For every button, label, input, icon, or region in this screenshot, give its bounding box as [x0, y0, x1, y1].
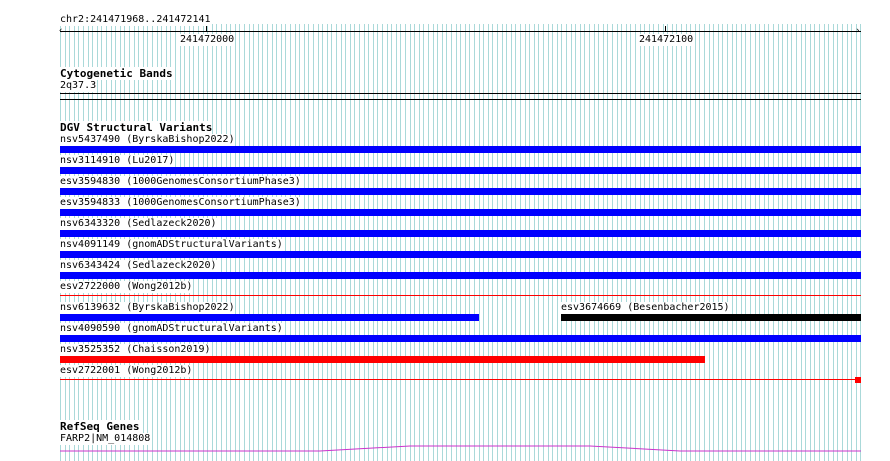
variant-bar[interactable]	[60, 251, 861, 258]
refseq-track-title[interactable]: RefSeq Genes	[60, 420, 140, 433]
variant-label: nsv3525352 (Chaisson2019)	[60, 344, 211, 356]
cytoband-bar-edge	[60, 99, 861, 100]
region-label: chr2:241471968..241472141	[60, 14, 211, 26]
variant-bar[interactable]	[60, 188, 861, 195]
ruler-tick	[665, 26, 666, 32]
variant-label: nsv6343424 (Sedlazeck2020)	[60, 260, 217, 272]
variant-bar[interactable]	[60, 356, 705, 363]
ruler-arrow-left-icon[interactable]: ‹	[58, 27, 63, 36]
ruler-arrow-right-icon[interactable]: ›	[855, 27, 860, 36]
variant-bar[interactable]	[60, 272, 861, 279]
variant-label: nsv6343320 (Sedlazeck2020)	[60, 218, 217, 230]
variant-label: nsv5437490 (ByrskaBishop2022)	[60, 134, 235, 146]
variant-label: esv2722001 (Wong2012b)	[60, 365, 193, 377]
ruler-axis	[60, 31, 861, 32]
variant-label: esv3594833 (1000GenomesConsortiumPhase3)	[60, 197, 301, 209]
gene-label: FARP2|NM_014808	[60, 433, 151, 445]
ruler-tick-label: 241472100	[639, 34, 694, 46]
variant-bar[interactable]	[60, 379, 861, 380]
variant-endpoint-marker[interactable]	[855, 377, 861, 383]
variant-label: nsv3114910 (Lu2017)	[60, 155, 175, 167]
variant-label: nsv4091149 (gnomADStructuralVariants)	[60, 239, 283, 251]
variant-bar[interactable]	[60, 295, 861, 296]
variant-bar[interactable]	[561, 314, 861, 321]
variant-label: nsv6139632 (ByrskaBishop2022)	[60, 302, 235, 314]
cytoband-track-title[interactable]: Cytogenetic Bands	[60, 67, 173, 80]
ruler-tick-label: 241472000	[180, 34, 235, 46]
variant-label: esv3594830 (1000GenomesConsortiumPhase3)	[60, 176, 301, 188]
dgv-track-title[interactable]: DGV Structural Variants	[60, 121, 213, 134]
variant-bar[interactable]	[60, 209, 861, 216]
variant-bar[interactable]	[60, 314, 479, 321]
cytoband-bar[interactable]	[60, 93, 861, 94]
gene-intron-line[interactable]	[60, 445, 861, 452]
ruler-tick	[206, 26, 207, 32]
variant-bar[interactable]	[60, 335, 861, 342]
variant-bar[interactable]	[60, 230, 861, 237]
variant-bar[interactable]	[60, 167, 861, 174]
variant-label: esv2722000 (Wong2012b)	[60, 281, 193, 293]
variant-label: esv3674669 (Besenbacher2015)	[561, 302, 730, 314]
variant-label: nsv4090590 (gnomADStructuralVariants)	[60, 323, 283, 335]
cytoband-label: 2q37.3	[60, 80, 97, 92]
variant-bar[interactable]	[60, 146, 861, 153]
